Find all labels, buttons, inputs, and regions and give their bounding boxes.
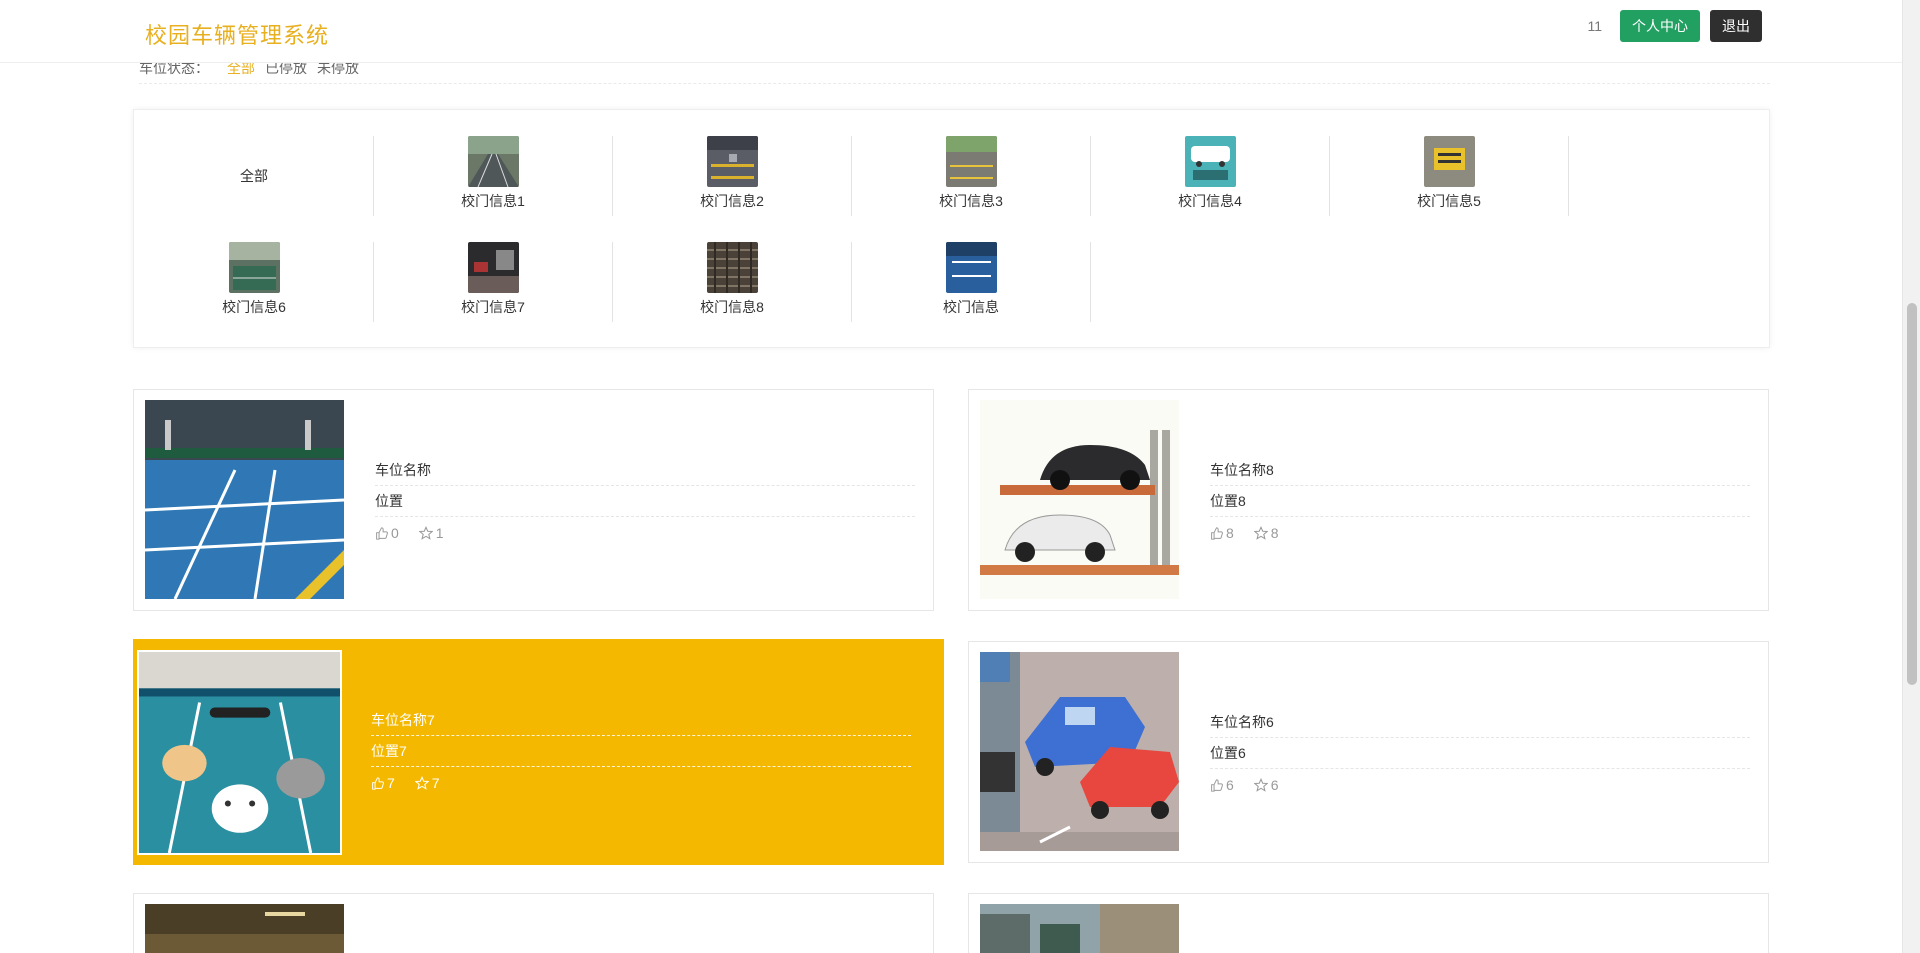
category-thumbnail	[467, 242, 519, 293]
parking-info: 车位名称7 位置7 7 7	[371, 705, 911, 791]
thumbs-up-icon	[376, 526, 388, 540]
category-item-3[interactable]: 校门信息3	[852, 136, 1091, 216]
header-actions: 11 个人中心 退出	[1587, 10, 1762, 42]
thumbs-up-icon	[1211, 526, 1223, 540]
category-thumbnail	[1423, 136, 1475, 187]
category-label: 校门信息5	[1417, 193, 1481, 209]
thumbs-up-icon	[1211, 778, 1223, 792]
parking-position: 位置	[375, 486, 915, 517]
parking-stats: 7 7	[371, 775, 911, 791]
favorite-count[interactable]: 6	[1253, 777, 1279, 793]
parking-info: 车位名称8 位置8 8 8	[1210, 455, 1750, 541]
parking-name: 车位名称8	[1210, 455, 1750, 486]
category-label: 全部	[240, 168, 268, 184]
category-item-5[interactable]: 校门信息5	[1330, 136, 1569, 216]
parking-card[interactable]	[133, 893, 934, 953]
parking-position: 位置6	[1210, 738, 1750, 769]
category-label: 校门信息4	[1178, 193, 1242, 209]
category-label: 校门信息6	[222, 299, 286, 315]
parking-position: 位置7	[371, 736, 911, 767]
category-thumbnail	[706, 136, 758, 187]
category-item-6[interactable]: 校门信息6	[135, 242, 374, 322]
favorite-count[interactable]: 8	[1253, 525, 1279, 541]
parking-image	[145, 400, 344, 599]
profile-button[interactable]: 个人中心	[1620, 10, 1700, 42]
parking-card[interactable]: 车位名称6 位置6 6 6	[968, 641, 1769, 863]
username: 11	[1587, 18, 1602, 34]
category-label: 校门信息8	[700, 299, 764, 315]
parking-image	[137, 650, 342, 855]
like-count[interactable]: 6	[1210, 777, 1234, 793]
category-label: 校门信息7	[461, 299, 525, 315]
category-panel: 全部 校门信息1 校门信息2 校门信息3 校门信息4 校门信息5 校门信息6 校…	[133, 109, 1770, 348]
parking-name: 车位名称6	[1210, 707, 1750, 738]
category-item-1[interactable]: 校门信息1	[374, 136, 613, 216]
parking-stats: 6 6	[1210, 777, 1750, 793]
site-logo[interactable]: 校园车辆管理系统	[145, 18, 329, 50]
parking-name: 车位名称7	[371, 705, 911, 736]
category-label: 校门信息	[943, 299, 999, 315]
parking-stats: 8 8	[1210, 525, 1750, 541]
star-icon	[414, 776, 429, 790]
category-thumbnail	[945, 242, 997, 293]
category-thumbnail	[706, 242, 758, 293]
parking-stats: 0 1	[375, 525, 915, 541]
parking-info: 车位名称 位置 0 1	[375, 455, 915, 541]
category-label: 校门信息3	[939, 193, 1003, 209]
category-item-2[interactable]: 校门信息2	[613, 136, 852, 216]
category-thumbnail	[945, 136, 997, 187]
parking-info: 车位名称6 位置6 6 6	[1210, 707, 1750, 793]
like-count[interactable]: 0	[375, 525, 399, 541]
category-thumbnail	[467, 136, 519, 187]
parking-image	[145, 904, 344, 953]
thumbs-up-icon	[372, 776, 384, 790]
category-label: 校门信息1	[461, 193, 525, 209]
top-header: 校园车辆管理系统 11 个人中心 退出	[0, 0, 1902, 63]
parking-image	[980, 652, 1179, 851]
favorite-count[interactable]: 7	[414, 775, 440, 791]
category-item-4[interactable]: 校门信息4	[1091, 136, 1330, 216]
parking-image	[980, 904, 1179, 953]
parking-card[interactable]: 车位名称8 位置8 8 8	[968, 389, 1769, 611]
parking-position: 位置8	[1210, 486, 1750, 517]
parking-card[interactable]	[968, 893, 1769, 953]
like-count[interactable]: 8	[1210, 525, 1234, 541]
category-thumbnail	[228, 242, 280, 293]
category-item-7[interactable]: 校门信息7	[374, 242, 613, 322]
scrollbar-thumb[interactable]	[1907, 303, 1917, 685]
category-label: 校门信息2	[700, 193, 764, 209]
category-item-all[interactable]: 全部	[135, 136, 374, 216]
parking-name: 车位名称	[375, 455, 915, 486]
parking-card[interactable]: 车位名称 位置 0 1	[133, 389, 934, 611]
category-item-8[interactable]: 校门信息8	[613, 242, 852, 322]
logout-button[interactable]: 退出	[1710, 10, 1762, 42]
category-item-9[interactable]: 校门信息	[852, 242, 1091, 322]
star-icon	[1253, 526, 1268, 540]
star-icon	[418, 526, 433, 540]
like-count[interactable]: 7	[371, 775, 395, 791]
parking-card[interactable]: 车位名称7 位置7 7 7	[133, 639, 944, 865]
page-scrollbar[interactable]	[1902, 0, 1920, 953]
parking-image	[980, 400, 1179, 599]
category-thumbnail	[1184, 136, 1236, 187]
favorite-count[interactable]: 1	[418, 525, 444, 541]
star-icon	[1253, 778, 1268, 792]
